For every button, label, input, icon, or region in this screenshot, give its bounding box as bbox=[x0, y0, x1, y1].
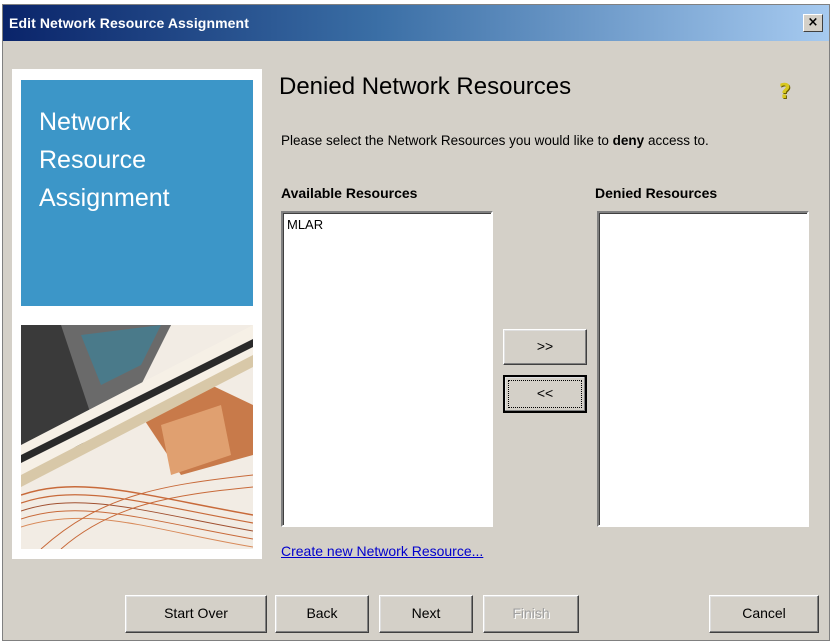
remove-from-denied-button[interactable]: << bbox=[503, 375, 587, 413]
available-resources-label: Available Resources bbox=[281, 185, 418, 201]
back-label: Back bbox=[306, 605, 338, 621]
focus-ring bbox=[508, 380, 582, 408]
cancel-button[interactable]: Cancel bbox=[709, 595, 819, 633]
side-title-block: Network Resource Assignment bbox=[21, 80, 253, 306]
side-panel: Network Resource Assignment bbox=[12, 69, 262, 559]
instructions-emphasis: deny bbox=[612, 133, 645, 148]
finish-label: Finish bbox=[512, 605, 550, 621]
help-icon[interactable]: ? bbox=[779, 79, 791, 103]
dialog-window: Edit Network Resource Assignment × Netwo… bbox=[2, 4, 830, 641]
denied-resources-label: Denied Resources bbox=[595, 185, 718, 201]
title-bar[interactable]: Edit Network Resource Assignment × bbox=[3, 5, 829, 41]
page-heading: Denied Network Resources bbox=[279, 73, 572, 100]
create-network-resource-link[interactable]: Create new Network Resource... bbox=[281, 543, 483, 559]
side-title-line: Resource bbox=[39, 146, 146, 174]
side-title-line: Assignment bbox=[39, 184, 170, 212]
cancel-label: Cancel bbox=[742, 605, 786, 621]
close-icon[interactable]: × bbox=[803, 14, 823, 32]
instructions-prefix: Please select the Network Resources you … bbox=[281, 133, 613, 148]
add-to-denied-button[interactable]: >> bbox=[503, 329, 587, 365]
finish-button: Finish bbox=[483, 595, 579, 633]
decorative-bridge-image bbox=[21, 325, 253, 549]
next-button[interactable]: Next bbox=[379, 595, 473, 633]
back-button[interactable]: Back bbox=[275, 595, 369, 633]
start-over-button[interactable]: Start Over bbox=[125, 595, 267, 633]
denied-resources-list[interactable] bbox=[597, 211, 809, 527]
window-title: Edit Network Resource Assignment bbox=[9, 15, 249, 31]
add-button-label: >> bbox=[536, 338, 554, 354]
side-title-line: Network bbox=[39, 108, 131, 136]
instructions-suffix: access to. bbox=[644, 133, 709, 148]
available-resources-list[interactable]: MLAR bbox=[281, 211, 493, 527]
start-over-label: Start Over bbox=[164, 605, 228, 621]
next-label: Next bbox=[411, 605, 441, 621]
instructions-text: Please select the Network Resources you … bbox=[281, 132, 781, 150]
list-item[interactable]: MLAR bbox=[283, 213, 491, 236]
